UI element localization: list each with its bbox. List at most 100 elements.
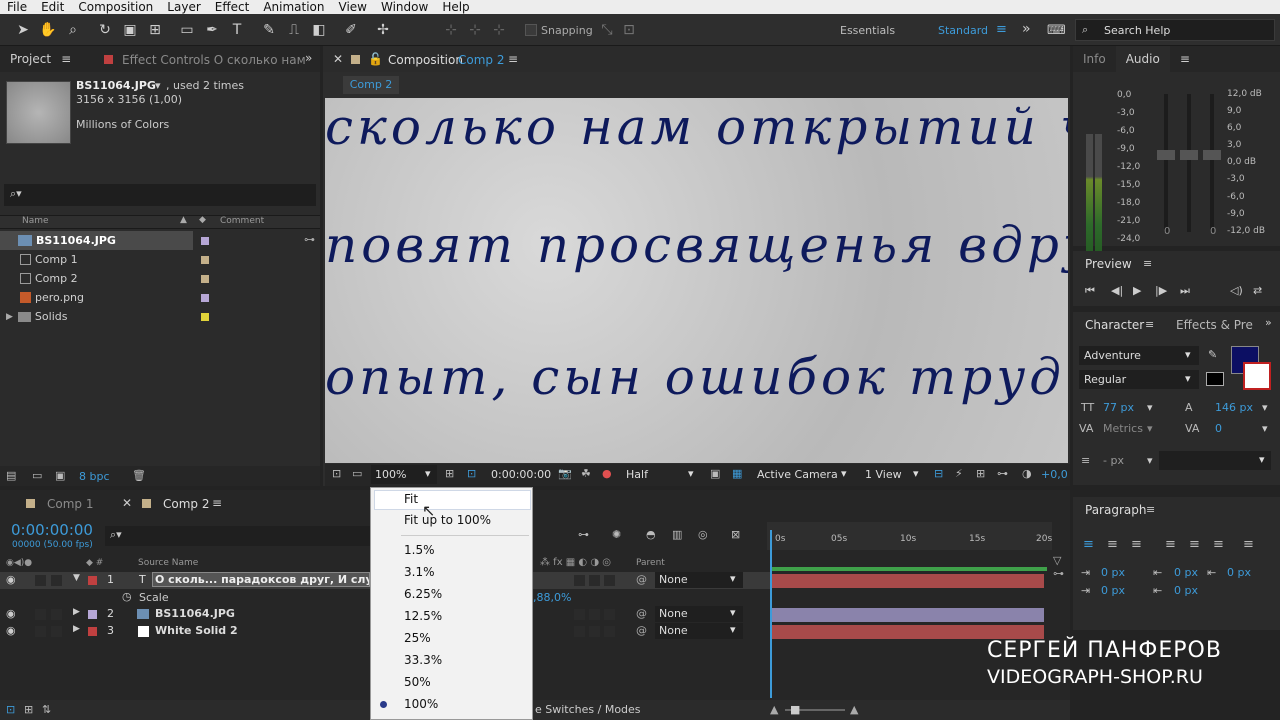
region-of-interest-icon[interactable]: ▣ [710,467,720,480]
align-center-icon[interactable]: ≡ [1107,537,1118,552]
comp-marker-icon[interactable]: ▽ [1053,554,1061,567]
scale-value[interactable]: ,88,0% [533,591,571,604]
layer-bar[interactable] [772,625,1044,639]
asset-dropdown-icon[interactable]: ▾ [155,79,161,92]
space-before-value[interactable]: 0 px [1174,566,1198,579]
chevron-down-icon[interactable]: ▾ [1147,401,1153,414]
safe-margins-icon[interactable]: ⊡ [467,467,476,480]
justify-center-icon[interactable]: ≡ [1189,537,1200,552]
font-size-value[interactable]: 77 px [1103,401,1134,414]
project-item[interactable]: BS11064.JPG [0,231,193,250]
switch-box[interactable] [589,575,600,586]
tab-preview[interactable]: Preview [1085,257,1132,271]
rotate-tool-icon[interactable]: ↻ [96,21,114,39]
playhead[interactable] [770,530,772,698]
layer-bar[interactable] [772,574,1044,588]
bpc-label[interactable]: 8 bpc [79,470,110,483]
project-item[interactable]: ▶ Solids [0,307,193,326]
mute-audio-icon[interactable]: ◁) [1230,284,1243,297]
audio-menu-icon[interactable]: ≡ [1170,52,1200,66]
toggle-switches-modes[interactable]: e Switches / Modes [535,703,641,716]
zoom-menu-item-fit[interactable]: Fit [404,489,418,509]
zoom-menu-item-fit-100[interactable]: Fit up to 100% [404,510,491,530]
tab-audio[interactable]: Audio [1115,46,1170,72]
visibility-eye-icon[interactable]: ◉ [6,624,16,637]
menu-animation[interactable]: Animation [256,0,331,14]
layer-label-swatch[interactable] [88,576,97,585]
layer-label-swatch[interactable] [88,610,97,619]
flowchart-icon[interactable]: ⊶ [997,467,1008,480]
tab-info[interactable]: Info [1073,52,1116,66]
lock-switch[interactable] [51,626,62,637]
visibility-eye-icon[interactable]: ◉ [6,607,16,620]
comp-mini-flowchart-icon[interactable]: ⊶ [578,528,589,541]
snap-grid-icon[interactable]: ⊡ [620,21,638,39]
comp-breadcrumb[interactable]: Comp 2 [343,76,399,94]
search-help-box[interactable]: ⌕ Search Help [1075,19,1275,41]
axis-local-icon[interactable]: ⊹ [442,21,460,39]
tab-composition[interactable]: Composition [388,53,463,67]
stroke-type-dropdown[interactable]: ▾ [1159,451,1271,470]
hand-tool-icon[interactable]: ✋ [39,21,57,39]
next-frame-icon[interactable]: |▶ [1155,284,1167,297]
flowchart-icon[interactable]: ⊶ [1053,567,1064,580]
zoom-menu-item[interactable]: 12.5% [404,606,442,626]
tab-paragraph[interactable]: Paragraph [1085,503,1146,517]
timeline-menu-icon[interactable]: ≡ [212,496,222,510]
timeline-icon[interactable]: ⊞ [976,467,985,480]
view-layout-dropdown[interactable]: 1 View ▾ [861,465,925,484]
audio-slider-track[interactable] [1210,94,1214,232]
viewer-timecode[interactable]: 0:00:00:00 [491,468,551,481]
zoom-tool-icon[interactable]: ⌕ [64,21,82,39]
solo-switch[interactable] [35,609,46,620]
play-icon[interactable]: ▶ [1133,284,1141,297]
lock-switch[interactable] [51,609,62,620]
col-name[interactable]: Name [22,216,49,226]
pick-whip-icon[interactable]: @ [636,624,647,637]
paragraph-menu-icon[interactable]: ≡ [1146,503,1155,516]
zoom-menu-item-selected[interactable]: 100% [404,694,438,714]
selection-tool-icon[interactable]: ➤ [14,21,32,39]
tracking-value[interactable]: 0 [1215,422,1222,435]
time-ruler[interactable]: 0s 05s 10s 15s 20s [767,522,1052,550]
label-color-swatch[interactable] [201,256,209,264]
chevron-down-icon[interactable]: ▾ [1262,422,1268,435]
rectangle-tool-icon[interactable]: ▭ [178,21,196,39]
parent-dropdown[interactable]: None ▾ [655,623,743,639]
comp-menu-icon[interactable]: ≡ [508,52,518,66]
zoom-in-icon[interactable]: ▲ [850,703,858,716]
indent-left-value[interactable]: 0 px [1101,566,1125,579]
channel-icon[interactable]: ● [602,467,612,480]
previous-frame-icon[interactable]: ◀| [1111,284,1123,297]
switch-box[interactable] [589,609,600,620]
layer-bar[interactable] [772,608,1044,622]
layer-name[interactable]: BS11064.JPG [155,607,235,620]
new-composition-icon[interactable]: ▣ [55,469,65,482]
tab-effects-presets[interactable]: Effects & Pre [1176,318,1253,332]
audio-slider-thumb[interactable] [1180,150,1198,160]
puppet-pin-tool-icon[interactable]: ✢ [374,21,392,39]
menu-layer[interactable]: Layer [160,0,207,14]
tab-project[interactable]: Project [0,52,61,66]
switch-box[interactable] [604,575,615,586]
expand-triangle-icon[interactable]: ▶ [6,312,13,322]
brush-tool-icon[interactable]: ✎ [260,21,278,39]
clone-stamp-tool-icon[interactable]: ⎍ [285,21,303,39]
parent-dropdown[interactable]: None ▾ [655,572,743,588]
axis-world-icon[interactable]: ⊹ [466,21,484,39]
flowchart-icon[interactable]: ⊶ [304,233,315,246]
audio-slider-track[interactable] [1187,94,1191,232]
shy-layers-icon[interactable]: ◓ [646,528,656,541]
delete-icon[interactable]: 🗑 [132,469,146,482]
black-swatch[interactable] [1206,372,1224,386]
more-workspaces-icon[interactable]: » [1022,21,1031,37]
font-family-dropdown[interactable]: Adventure ▾ [1079,346,1199,365]
panel-overflow-icon[interactable]: » [1265,316,1272,329]
pen-tool-icon[interactable]: ✒ [203,21,221,39]
menu-file[interactable]: File [0,0,34,14]
solo-switch[interactable] [35,626,46,637]
comp-name[interactable]: Comp 2 [458,53,504,67]
interpret-footage-icon[interactable]: ▤ [6,469,16,482]
menu-window[interactable]: Window [374,0,435,14]
pan-behind-tool-icon[interactable]: ⊞ [146,21,164,39]
